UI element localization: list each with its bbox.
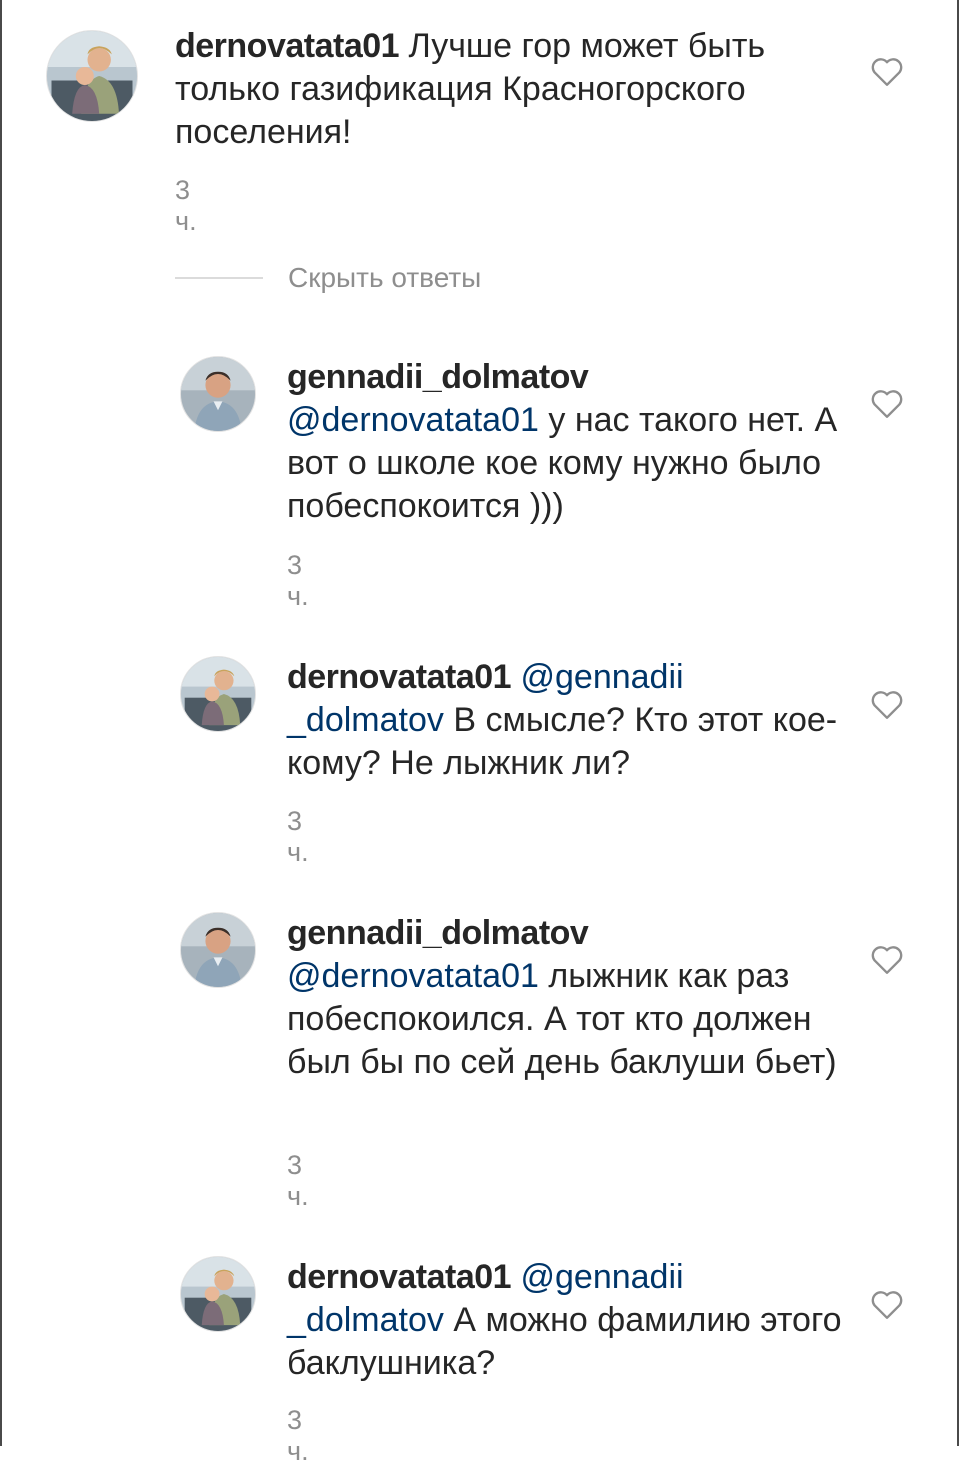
reply-body: gennadii_dolmatov @dernovatata01 лыжник … bbox=[287, 912, 847, 1084]
reply-timestamp[interactable]: 3 ч. bbox=[287, 1405, 309, 1467]
reply-username[interactable]: dernovatata01 bbox=[287, 1258, 512, 1296]
heart-outline-icon[interactable] bbox=[869, 943, 905, 975]
man-avatar bbox=[181, 357, 255, 431]
mention-link[interactable]: @dernovatata01 bbox=[287, 957, 539, 995]
reply-username[interactable]: gennadii_dolmatov bbox=[287, 912, 847, 955]
woman-with-child-avatar bbox=[47, 31, 137, 121]
reply-timestamp[interactable]: 3 ч. bbox=[287, 1150, 309, 1212]
hide-replies-button[interactable]: Скрыть ответы bbox=[175, 262, 481, 294]
comment-timestamp[interactable]: 3 ч. bbox=[175, 175, 197, 237]
woman-with-child-avatar bbox=[181, 657, 255, 731]
heart-outline-icon[interactable] bbox=[869, 55, 905, 87]
man-avatar bbox=[181, 913, 255, 987]
avatar[interactable] bbox=[180, 912, 256, 988]
comment-username[interactable]: dernovatata01 bbox=[175, 27, 400, 65]
heart-outline-icon[interactable] bbox=[869, 387, 905, 419]
reply-timestamp[interactable]: 3 ч. bbox=[287, 806, 309, 868]
heart-outline-icon[interactable] bbox=[869, 688, 905, 720]
woman-with-child-avatar bbox=[181, 1257, 255, 1331]
mention-link[interactable]: @dernovatata01 bbox=[287, 401, 539, 439]
heart-outline-icon[interactable] bbox=[869, 1288, 905, 1320]
avatar[interactable] bbox=[180, 656, 256, 732]
reply-username[interactable]: gennadii_dolmatov bbox=[287, 356, 847, 399]
comment-body: dernovatata01 Лучше гор может быть тольк… bbox=[175, 25, 845, 154]
hide-replies-label: Скрыть ответы bbox=[288, 262, 482, 293]
reply-timestamp[interactable]: 3 ч. bbox=[287, 550, 309, 612]
reply-body: dernovatata01 @gennadii _dolmatov А можн… bbox=[287, 1256, 847, 1385]
reply-body: dernovatata01 @gennadii _dolmatov В смыс… bbox=[287, 656, 847, 785]
avatar[interactable] bbox=[46, 30, 138, 122]
divider-line bbox=[175, 277, 263, 279]
reply-username[interactable]: dernovatata01 bbox=[287, 658, 512, 696]
avatar[interactable] bbox=[180, 356, 256, 432]
avatar[interactable] bbox=[180, 1256, 256, 1332]
reply-body: gennadii_dolmatov @dernovatata01 у нас т… bbox=[287, 356, 847, 528]
left-frame-border bbox=[0, 0, 2, 1446]
